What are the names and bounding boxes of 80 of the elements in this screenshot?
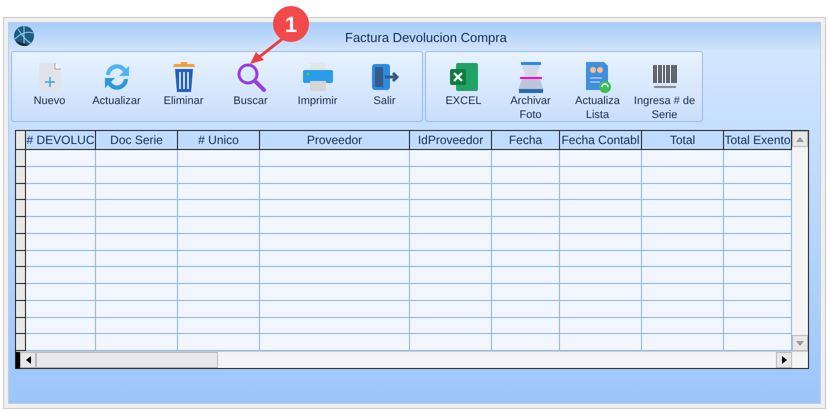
column-header[interactable]: # Unico — [178, 131, 260, 150]
callout-badge: 1 — [273, 6, 309, 42]
search-icon — [234, 61, 266, 93]
table-cell — [492, 166, 560, 184]
row-header-cell[interactable] — [16, 300, 26, 318]
column-header[interactable]: Fecha — [492, 131, 560, 150]
table-cell — [26, 250, 96, 268]
table-cell — [492, 217, 560, 234]
globe-logo-icon — [13, 25, 35, 47]
column-header[interactable]: Total Exento — [724, 131, 792, 150]
row-header-cell[interactable] — [16, 267, 26, 284]
scroll-thumb[interactable] — [36, 352, 218, 368]
table-cell — [724, 200, 792, 217]
toolbar-button[interactable]: Actualiza Lista — [564, 52, 631, 122]
table-cell — [26, 150, 96, 167]
row-header-cell[interactable] — [16, 184, 26, 200]
table-cell — [26, 200, 96, 217]
column-header[interactable]: # DEVOLUC — [26, 131, 96, 150]
scroll-right-icon[interactable] — [776, 352, 792, 368]
table-cell — [26, 217, 96, 234]
column-header[interactable]: IdProveedor — [410, 131, 492, 150]
row-header-cell[interactable] — [16, 318, 26, 334]
table-cell — [26, 334, 96, 351]
barcode-icon — [652, 63, 678, 91]
table-cell — [26, 300, 96, 318]
window-title: Factura Devolucion Compra — [345, 29, 507, 47]
table-cell — [492, 250, 560, 268]
column-header[interactable]: Fecha Contabl — [560, 131, 642, 150]
row-header-cell[interactable] — [16, 200, 26, 217]
table-cell — [724, 250, 792, 268]
table-cell — [492, 284, 560, 301]
scroll-left-icon[interactable] — [20, 352, 36, 368]
toolbar-button[interactable]: Salir — [351, 52, 418, 108]
table-cell — [724, 284, 792, 301]
column-header[interactable]: Total — [642, 131, 724, 150]
new-document-icon — [36, 61, 62, 93]
table-cell — [724, 184, 792, 200]
printer-icon — [300, 61, 334, 93]
table-cell — [26, 234, 96, 250]
row-header-cell[interactable] — [16, 284, 26, 301]
table-cell — [724, 267, 792, 284]
table-cell — [724, 300, 792, 318]
toolbar-button[interactable]: Buscar — [217, 52, 284, 108]
table-cell — [492, 300, 560, 318]
table-cell — [492, 184, 560, 200]
table-cell — [724, 217, 792, 234]
scanner-icon — [516, 60, 546, 94]
toolbar-button[interactable]: EXCEL — [430, 52, 497, 108]
row-header-cell[interactable] — [16, 150, 26, 167]
spreadsheet-icon — [448, 61, 480, 93]
table-cell — [26, 166, 96, 184]
row-header-cell[interactable] — [16, 217, 26, 234]
table-cell — [724, 166, 792, 184]
column-header[interactable]: Doc Serie — [96, 131, 178, 150]
table-cell — [724, 234, 792, 250]
row-header-cell[interactable] — [16, 250, 26, 268]
toolbar-button[interactable]: Imprimir — [284, 52, 351, 108]
row-header-cell[interactable] — [16, 166, 26, 184]
toolbar-button[interactable]: Nuevo — [16, 52, 83, 108]
table-cell — [724, 150, 792, 167]
row-header-cell[interactable] — [16, 334, 26, 351]
toolbar-button[interactable]: Eliminar — [150, 52, 217, 108]
toolbar-button[interactable]: Ingresa # de Serie — [631, 52, 698, 122]
table-cell — [26, 318, 96, 334]
column-header[interactable]: Proveedor — [260, 131, 410, 150]
table-cell — [492, 150, 560, 167]
table-cell — [26, 184, 96, 200]
table-cell — [724, 334, 792, 351]
toolbar-button[interactable]: Actualizar — [83, 52, 150, 108]
table-cell — [26, 267, 96, 284]
table-cell — [26, 284, 96, 301]
table-cell — [724, 318, 792, 334]
row-header-cell[interactable] — [16, 234, 26, 250]
horizontal-scrollbar[interactable] — [16, 351, 808, 368]
table-cell — [492, 334, 560, 351]
table-cell — [492, 234, 560, 250]
toolbar-button[interactable]: Archivar Foto — [497, 52, 564, 122]
table-cell — [492, 318, 560, 334]
table-cell — [492, 200, 560, 217]
table-cell — [492, 267, 560, 284]
